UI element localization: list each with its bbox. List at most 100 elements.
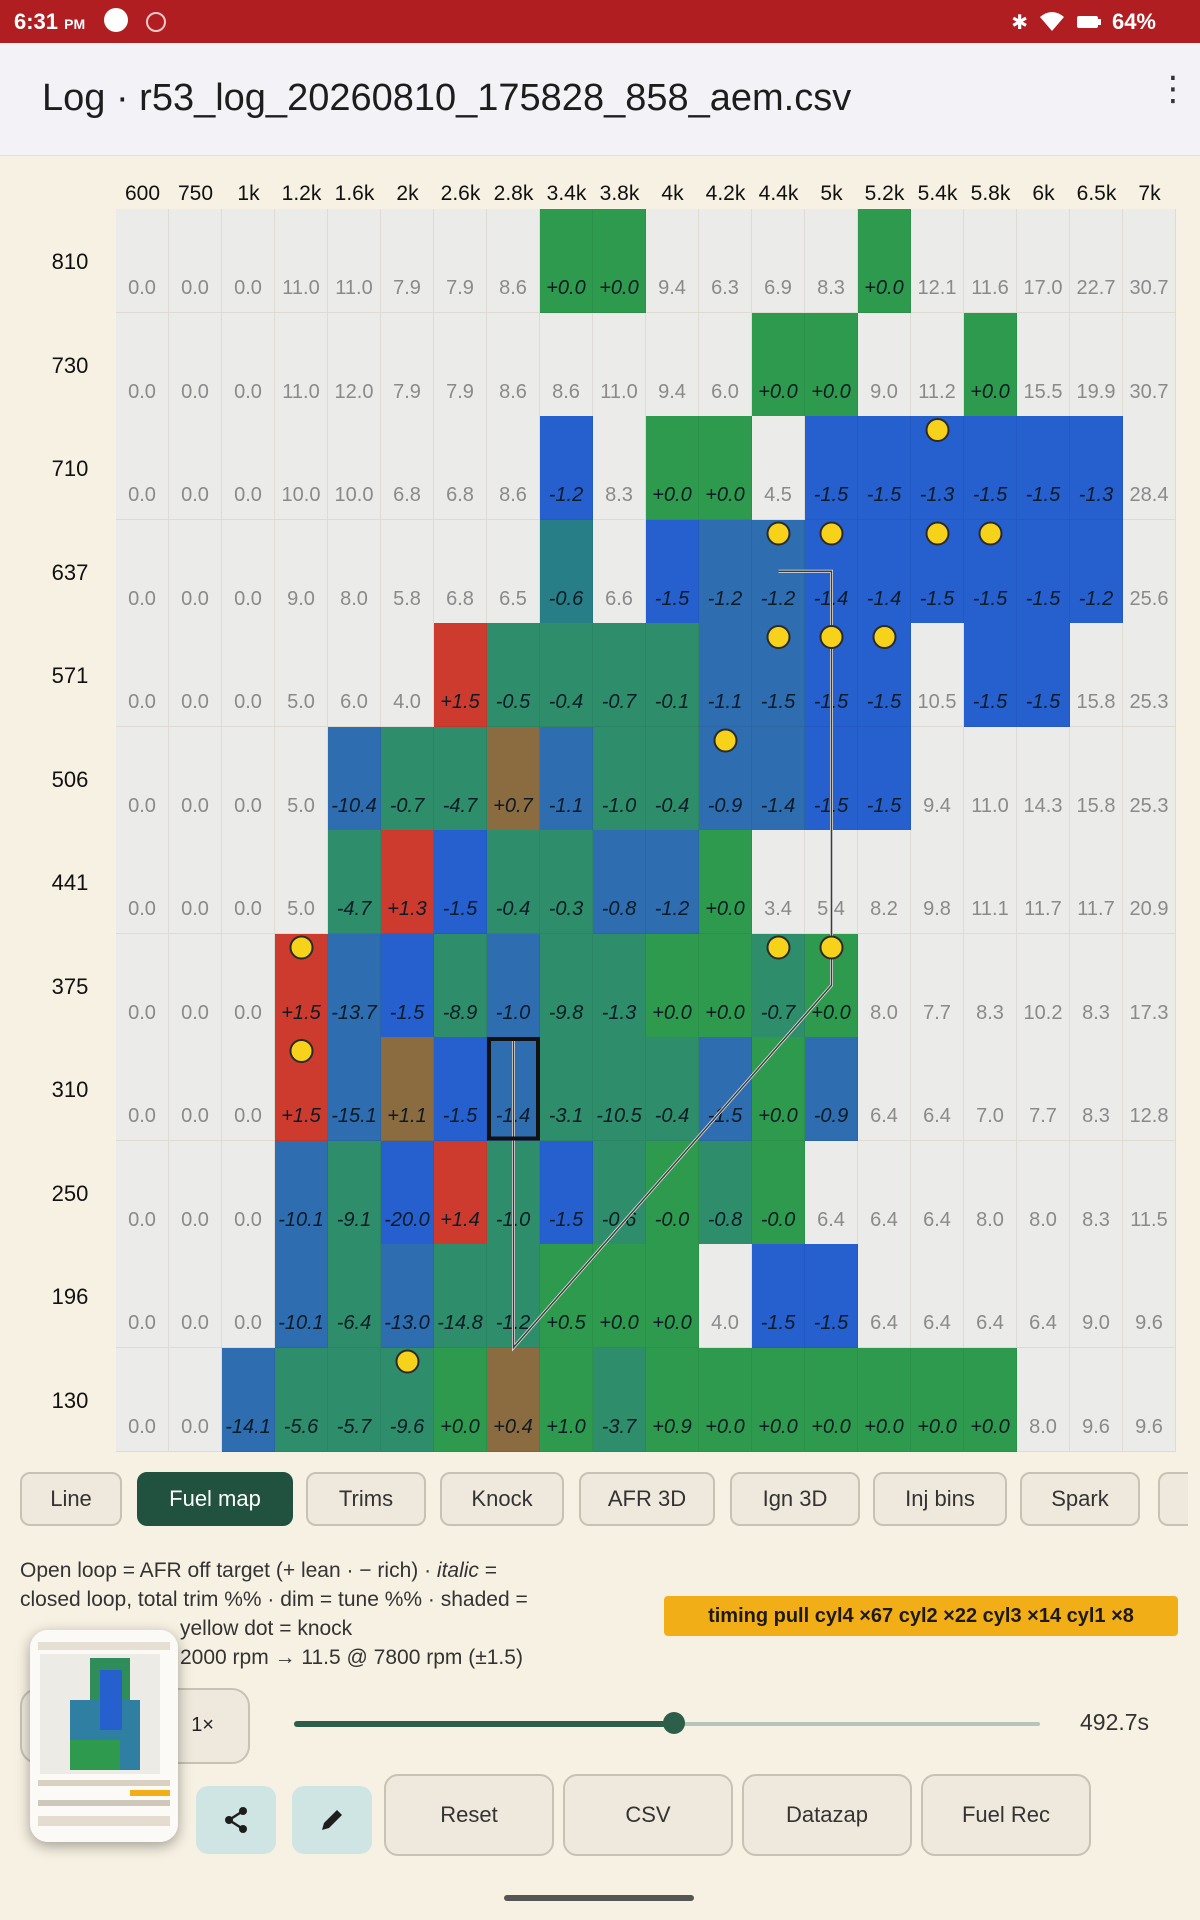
share-button[interactable] [196, 1786, 276, 1854]
fuel-map-cell[interactable]: 9.0 [1070, 1244, 1123, 1348]
fuel-map-cell[interactable]: 11.0 [275, 312, 328, 417]
fuel-map-cell[interactable]: -0.7 [381, 726, 434, 831]
fuel-map-cell[interactable]: -1.5 [858, 726, 911, 831]
fuel-map-cell[interactable]: 12.1 [911, 209, 964, 313]
fuel-map-cell[interactable]: 0.0 [169, 830, 222, 934]
fuel-map-cell[interactable]: -13.7 [328, 933, 381, 1038]
fuel-map-cell[interactable]: 9.0 [275, 519, 328, 624]
fuel-map-cell[interactable]: +0.0 [699, 416, 752, 520]
fuel-map-cell[interactable]: 9.0 [858, 312, 911, 417]
fuel-map-cell[interactable]: -1.5 [434, 1037, 487, 1141]
fuel-map-cell[interactable]: 0.0 [222, 1244, 275, 1348]
fuel-map-cell[interactable]: -1.1 [540, 726, 593, 831]
fuel-map-cell[interactable]: +1.4 [434, 1140, 487, 1245]
fuel-map-cell[interactable]: 0.0 [169, 416, 222, 520]
fuel-map-cell[interactable]: 11.7 [1070, 830, 1123, 934]
fuel-map-cell[interactable]: -1.5 [434, 830, 487, 934]
fuel-map-cell[interactable]: -0.6 [593, 1140, 646, 1245]
fuel-map-cell[interactable]: +0.0 [752, 1037, 805, 1141]
fuel-map-cell[interactable]: 8.3 [1070, 1037, 1123, 1141]
fuel-map-cell[interactable]: -0.3 [540, 830, 593, 934]
fuel-map-cell[interactable]: 5.8 [381, 519, 434, 624]
fuel-map-cell[interactable]: -10.1 [275, 1244, 328, 1348]
fuel-map-cell[interactable]: 0.0 [169, 1037, 222, 1141]
fuel-map-cell[interactable]: -4.7 [328, 830, 381, 934]
fuel-map-cell[interactable]: 8.3 [964, 933, 1017, 1038]
fuel-map-cell[interactable]: -1.5 [805, 1244, 858, 1348]
tab-fuel-map[interactable]: Fuel map [137, 1472, 293, 1526]
fuel-map-cell[interactable]: 11.0 [964, 726, 1017, 831]
fuel-map-cell[interactable]: -1.5 [752, 1244, 805, 1348]
screenshot-thumbnail[interactable] [30, 1630, 178, 1842]
fuel-map-cell[interactable]: 0.0 [222, 519, 275, 624]
fuel-map-cell[interactable]: -1.4 [487, 1037, 540, 1141]
fuel-map-cell[interactable]: 9.4 [911, 726, 964, 831]
fuel-map-cell[interactable]: -0.7 [593, 623, 646, 727]
fuel-map-cell[interactable]: +0.0 [752, 312, 805, 417]
fuel-map-cell[interactable]: 4.5 [752, 416, 805, 520]
fuel-map-cell[interactable]: 0.0 [169, 312, 222, 417]
fuel-map-cell[interactable]: 8.0 [858, 933, 911, 1038]
fuel-map-cell[interactable]: +0.0 [964, 312, 1017, 417]
fuel-map-cell[interactable]: +0.0 [964, 1347, 1017, 1452]
fuel-map-cell[interactable]: +0.0 [805, 933, 858, 1038]
fuel-map-cell[interactable]: 8.3 [1070, 933, 1123, 1038]
fuel-map-cell[interactable]: 11.6 [964, 209, 1017, 313]
fuel-map-cell[interactable]: -15.1 [328, 1037, 381, 1141]
fuel-map-cell[interactable]: 11.0 [275, 209, 328, 313]
fuel-map-cell[interactable]: 9.4 [646, 312, 699, 417]
fuel-map-cell[interactable]: 3.4 [752, 830, 805, 934]
fuel-map-cell[interactable]: -0.4 [487, 830, 540, 934]
fuel-map-cell[interactable]: 8.0 [1017, 1347, 1070, 1452]
fuel-map-cell[interactable]: 8.3 [1070, 1140, 1123, 1245]
fuel-map-cell[interactable]: 15.8 [1070, 726, 1123, 831]
fuel-map-cell[interactable]: -1.5 [858, 416, 911, 520]
fuel-map-cell[interactable]: -1.5 [964, 416, 1017, 520]
fuel-map-cell[interactable]: 6.0 [699, 312, 752, 417]
fuel-map-cell[interactable]: 0.0 [169, 933, 222, 1038]
fuel-map-cell[interactable]: 0.0 [169, 1244, 222, 1348]
fuel-map-cell[interactable]: +0.0 [699, 830, 752, 934]
fuel-map-cell[interactable]: 12.8 [1123, 1037, 1176, 1141]
fuel-map-cell[interactable]: +0.0 [805, 1347, 858, 1452]
fuel-map-cell[interactable]: 5.0 [275, 830, 328, 934]
fuel-map-cell[interactable]: -14.8 [434, 1244, 487, 1348]
fuel-rec-button[interactable]: Fuel Rec [921, 1774, 1091, 1856]
fuel-map-cell[interactable]: -1.5 [646, 519, 699, 624]
fuel-map-cell[interactable]: 8.3 [805, 209, 858, 313]
fuel-map-cell[interactable]: +0.5 [540, 1244, 593, 1348]
fuel-map-cell[interactable]: 6.4 [911, 1244, 964, 1348]
tab-ign-3d[interactable]: Ign 3D [730, 1472, 860, 1526]
fuel-map-grid[interactable]: 0.0 0.0 0.0 11.0 11.0 7.9 7.9 8.6 +0.0 +0.0 9.4 6.3… [116, 209, 1178, 1452]
fuel-map-cell[interactable]: 7.9 [381, 209, 434, 313]
fuel-map-cell[interactable]: -1.0 [487, 1140, 540, 1245]
playback-slider-thumb[interactable] [663, 1712, 686, 1734]
fuel-map-cell[interactable]: 17.0 [1017, 209, 1070, 313]
fuel-map-cell[interactable]: 6.8 [434, 416, 487, 520]
fuel-map-cell[interactable]: +1.3 [381, 830, 434, 934]
fuel-map-cell[interactable]: 0.0 [222, 623, 275, 727]
fuel-map-cell[interactable]: -1.2 [646, 830, 699, 934]
fuel-map-cell[interactable]: +0.7 [487, 726, 540, 831]
fuel-map-cell[interactable]: 19.9 [1070, 312, 1123, 417]
fuel-map-cell[interactable]: 0.0 [116, 1140, 169, 1245]
fuel-map-cell[interactable]: -10.5 [593, 1037, 646, 1141]
fuel-map-cell[interactable]: 0.0 [116, 312, 169, 417]
fuel-map-cell[interactable]: 0.0 [169, 1347, 222, 1452]
fuel-map-cell[interactable]: 14.3 [1017, 726, 1070, 831]
fuel-map-cell[interactable]: 8.0 [328, 519, 381, 624]
fuel-map-cell[interactable]: -5.7 [328, 1347, 381, 1452]
fuel-map-cell[interactable]: 6.3 [699, 209, 752, 313]
fuel-map-cell[interactable]: -1.5 [381, 933, 434, 1038]
fuel-map-cell[interactable]: -8.9 [434, 933, 487, 1038]
fuel-map-cell[interactable]: -1.2 [540, 416, 593, 520]
fuel-map-cell[interactable]: -14.1 [222, 1347, 275, 1452]
fuel-map-cell[interactable]: +0.0 [540, 209, 593, 313]
fuel-map-cell[interactable]: 20.9 [1123, 830, 1176, 934]
fuel-map-cell[interactable]: -9.1 [328, 1140, 381, 1245]
fuel-map-cell[interactable]: -1.5 [805, 416, 858, 520]
fuel-map-cell[interactable]: +0.0 [699, 933, 752, 1038]
fuel-map-cell[interactable]: -1.5 [964, 623, 1017, 727]
fuel-map-cell[interactable]: 5.0 [275, 726, 328, 831]
fuel-map-cell[interactable]: 8.6 [487, 416, 540, 520]
